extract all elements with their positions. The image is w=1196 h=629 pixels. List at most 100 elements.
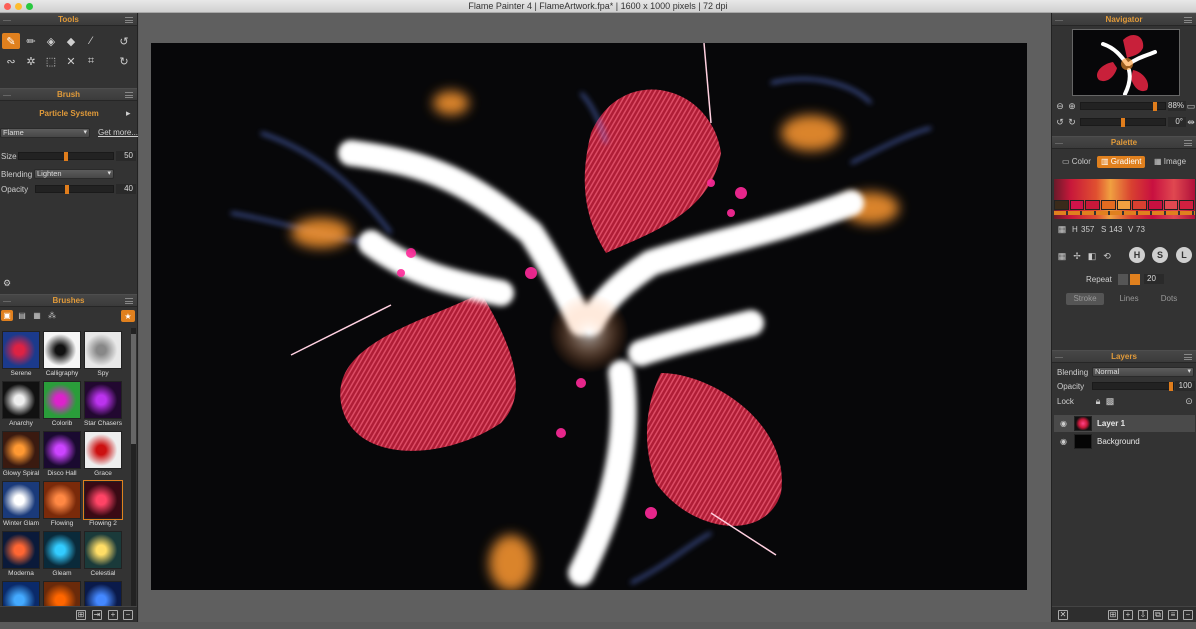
- gradient-swatch[interactable]: [1085, 200, 1101, 210]
- gradient-swatch[interactable]: [1179, 200, 1195, 210]
- repeat-on-icon[interactable]: [1130, 274, 1140, 285]
- navigator-preview[interactable]: [1072, 29, 1180, 96]
- remove-brush-icon[interactable]: −: [123, 610, 133, 620]
- menu-icon[interactable]: [1184, 140, 1192, 146]
- transform-icon[interactable]: ✲: [22, 53, 40, 69]
- merge-layer-icon[interactable]: ⇩: [1138, 610, 1148, 620]
- hue-button[interactable]: H: [1129, 247, 1145, 263]
- brush-panel-header[interactable]: Brush: [0, 88, 137, 101]
- brush-preset-item[interactable]: Grace: [84, 431, 122, 479]
- brushes-scrollbar[interactable]: [131, 328, 136, 606]
- menu-icon[interactable]: [1184, 354, 1192, 360]
- flatten-icon[interactable]: ≡: [1168, 610, 1178, 620]
- opacity-value[interactable]: 40: [116, 184, 136, 194]
- layer-opacity-slider[interactable]: [1092, 382, 1174, 391]
- brush-preset-item[interactable]: Flowing 2: [83, 480, 123, 529]
- gradient-swatch[interactable]: [1101, 200, 1116, 210]
- brushes-panel-header[interactable]: Brushes: [0, 294, 137, 307]
- brush-preset-item[interactable]: Spy: [84, 331, 122, 379]
- layer-row[interactable]: ◉ Layer 1: [1054, 415, 1195, 432]
- mode-dots[interactable]: Dots: [1150, 293, 1188, 305]
- add-brush-icon[interactable]: +: [108, 610, 118, 620]
- color-grid-icon[interactable]: ▦: [1056, 224, 1068, 235]
- saturation-button[interactable]: S: [1152, 247, 1168, 263]
- size-value[interactable]: 50: [116, 151, 136, 161]
- duplicate-layer-icon[interactable]: ⧉: [1153, 610, 1163, 620]
- brush-section-title[interactable]: Particle System: [0, 109, 138, 118]
- gradient-swatch[interactable]: [1132, 200, 1148, 210]
- repeat-value[interactable]: 20: [1144, 274, 1164, 284]
- brush-category-all-icon[interactable]: ▣: [1, 310, 13, 321]
- size-slider[interactable]: [18, 152, 114, 161]
- brush-preset-item[interactable]: Serene: [2, 331, 40, 379]
- layer-blending-select[interactable]: Normal: [1092, 367, 1194, 377]
- slider-handle[interactable]: [64, 185, 69, 194]
- lasso-icon[interactable]: ∾: [2, 53, 20, 69]
- pencil-icon[interactable]: ✏: [22, 33, 40, 49]
- brush-preset-item[interactable]: Disco Hall: [43, 431, 81, 479]
- slider-handle[interactable]: [1169, 382, 1173, 391]
- brush-favorites-icon[interactable]: ★: [121, 310, 135, 322]
- layer-options-icon[interactable]: ⊙: [1183, 396, 1195, 407]
- gradient-stops[interactable]: [1054, 211, 1195, 215]
- brush-category-list-icon[interactable]: ▤: [16, 310, 28, 321]
- zoom-fit-icon[interactable]: [1172, 101, 1184, 112]
- brush-preset-item[interactable]: Celestial: [84, 531, 122, 579]
- invert-gradient-icon[interactable]: ◧: [1086, 251, 1098, 262]
- tools-panel-header[interactable]: Tools: [0, 13, 137, 26]
- mode-stroke[interactable]: Stroke: [1066, 293, 1104, 305]
- slider-handle[interactable]: [1152, 102, 1157, 111]
- gradient-swatch[interactable]: [1069, 200, 1085, 210]
- lock-icon[interactable]: 🔒︎: [1092, 396, 1104, 407]
- eraser-icon[interactable]: ◈: [42, 33, 60, 49]
- layers-panel-header[interactable]: Layers: [1052, 350, 1196, 363]
- gradient-grid-icon[interactable]: ▦: [1056, 251, 1068, 262]
- brush-category-grid-icon[interactable]: ▦: [31, 310, 43, 321]
- s-value[interactable]: 143: [1109, 225, 1122, 234]
- eye-icon[interactable]: ◉: [1060, 437, 1067, 446]
- layer-opacity-value[interactable]: 100: [1175, 381, 1195, 391]
- brush-preset-select[interactable]: Flame: [0, 128, 90, 138]
- zoom-slider[interactable]: [1080, 102, 1166, 111]
- gradient-swatch[interactable]: [1116, 200, 1132, 210]
- brush-preset-item[interactable]: Star Chasers: [84, 381, 122, 429]
- tab-image[interactable]: ▦ Image: [1150, 156, 1190, 168]
- gradient-swatch[interactable]: [1054, 200, 1069, 210]
- h-value[interactable]: 357: [1081, 225, 1094, 234]
- lock-transparency-icon[interactable]: ▩: [1104, 396, 1116, 407]
- eye-icon[interactable]: ◉: [1060, 419, 1067, 428]
- menu-icon[interactable]: [125, 298, 133, 304]
- reset-rotation-icon[interactable]: [1172, 117, 1184, 128]
- expand-arrow-icon[interactable]: ▸: [126, 108, 131, 119]
- undo-icon[interactable]: ↺: [115, 33, 133, 49]
- menu-icon[interactable]: [125, 17, 133, 23]
- brush-preset-item[interactable]: Anarchy: [2, 381, 40, 429]
- repeat-off-icon[interactable]: [1118, 274, 1128, 285]
- redo-icon[interactable]: ↻: [115, 53, 133, 69]
- crop-icon[interactable]: ⌗: [82, 53, 100, 69]
- opacity-slider[interactable]: [35, 185, 114, 194]
- selection-icon[interactable]: ⬚: [42, 53, 60, 69]
- actual-size-icon[interactable]: ▭: [1185, 101, 1196, 112]
- brush-category-particles-icon[interactable]: ⁂: [46, 310, 58, 321]
- fill-bucket-icon[interactable]: ◆: [62, 33, 80, 49]
- palette-panel-header[interactable]: Palette: [1052, 136, 1196, 149]
- import-layer-icon[interactable]: ⊞: [1108, 610, 1118, 620]
- brush-preset-item[interactable]: Winter Glam: [2, 481, 40, 529]
- add-stop-icon[interactable]: ✢: [1071, 251, 1083, 262]
- gradient-swatch[interactable]: [1148, 200, 1163, 210]
- add-layer-icon[interactable]: +: [1123, 610, 1133, 620]
- delete-layer-icon[interactable]: ✕: [1058, 610, 1068, 620]
- rotation-slider[interactable]: [1080, 118, 1166, 127]
- v-value[interactable]: 73: [1136, 225, 1145, 234]
- menu-icon[interactable]: [125, 92, 133, 98]
- brush-preset-item[interactable]: Moderna: [2, 531, 40, 579]
- menu-icon[interactable]: [1184, 17, 1192, 23]
- rotate-right-icon[interactable]: ↻: [1066, 117, 1078, 128]
- brush-preset-item[interactable]: Calligraphy: [43, 331, 81, 379]
- zoom-in-icon[interactable]: ⊕: [1066, 101, 1078, 112]
- brush-preset-item[interactable]: Colorib: [43, 381, 81, 429]
- navigator-panel-header[interactable]: Navigator: [1052, 13, 1196, 26]
- flip-horizontal-icon[interactable]: ⇹: [1185, 117, 1196, 128]
- eyedropper-icon[interactable]: ⁄: [82, 33, 100, 49]
